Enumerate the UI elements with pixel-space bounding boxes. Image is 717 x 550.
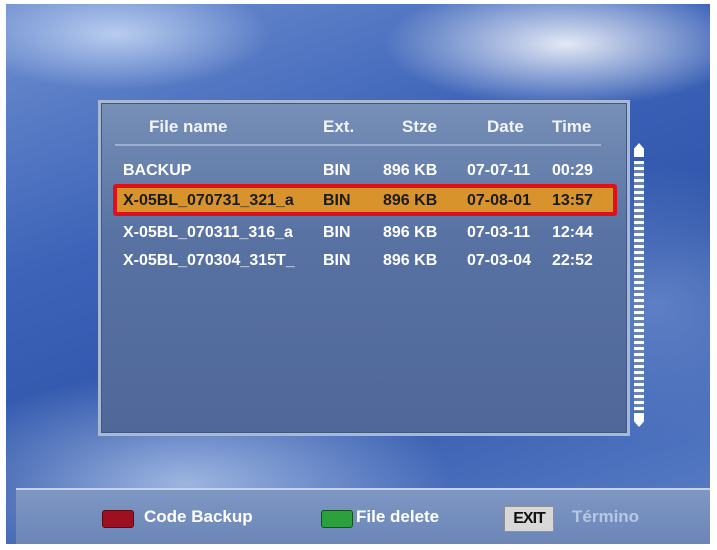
- file-row[interactable]: BACKUP BIN 896 KB 07-07-11 00:29: [101, 159, 627, 183]
- column-header: File name Ext. Stze Date Time: [101, 117, 627, 143]
- file-ext: BIN: [323, 162, 351, 179]
- header-divider: [115, 144, 601, 146]
- header-size: Stze: [402, 117, 437, 136]
- scroll-down-arrow-icon[interactable]: [634, 413, 644, 427]
- file-time: 00:29: [552, 162, 593, 179]
- file-row[interactable]: X-05BL_070311_316_a BIN 896 KB 07-03-11 …: [101, 221, 627, 245]
- file-date: 07-03-04: [467, 252, 532, 269]
- red-key-icon[interactable]: [102, 510, 134, 528]
- file-date: 07-07-11: [467, 162, 531, 179]
- file-size: 896 KB: [383, 192, 438, 209]
- header-file-name: File name: [149, 117, 228, 136]
- file-date: 07-08-01: [467, 192, 532, 209]
- file-time: 12:44: [552, 224, 593, 241]
- footer-bar: Code Backup File delete EXIT Término: [16, 488, 710, 544]
- file-name: X-05BL_070311_316_a: [123, 224, 293, 241]
- green-key-icon[interactable]: [321, 510, 353, 528]
- file-date: 07-03-11: [467, 224, 531, 241]
- header-time: Time: [552, 117, 592, 136]
- file-row-selected[interactable]: X-05BL_070731_321_a BIN 896 KB 07-08-01 …: [113, 184, 617, 216]
- scrollbar[interactable]: [631, 137, 647, 435]
- header-ext: Ext.: [323, 117, 355, 136]
- file-ext: BIN: [323, 224, 351, 241]
- file-size: 896 KB: [383, 224, 438, 241]
- file-list-panel: File name Ext. Stze Date Time BACKUP BIN…: [98, 100, 644, 436]
- tv-screen: File name Ext. Stze Date Time BACKUP BIN…: [6, 4, 710, 544]
- scroll-up-arrow-icon[interactable]: [634, 143, 644, 157]
- scroll-track[interactable]: [634, 161, 644, 411]
- file-delete-label[interactable]: File delete: [356, 507, 439, 527]
- code-backup-label[interactable]: Code Backup: [144, 507, 253, 527]
- exit-key[interactable]: EXIT: [504, 506, 554, 532]
- header-date: Date: [487, 117, 524, 136]
- file-ext: BIN: [323, 192, 351, 209]
- file-name: BACKUP: [123, 162, 192, 179]
- file-size: 896 KB: [383, 162, 438, 179]
- file-row[interactable]: X-05BL_070304_315T_ BIN 896 KB 07-03-04 …: [101, 249, 627, 273]
- file-time: 22:52: [552, 252, 593, 269]
- file-name: X-05BL_070731_321_a: [123, 192, 294, 209]
- file-ext: BIN: [323, 252, 351, 269]
- exit-label: Término: [572, 507, 640, 526]
- file-size: 896 KB: [383, 252, 438, 269]
- file-time: 13:57: [552, 192, 593, 209]
- file-name: X-05BL_070304_315T_: [123, 252, 295, 269]
